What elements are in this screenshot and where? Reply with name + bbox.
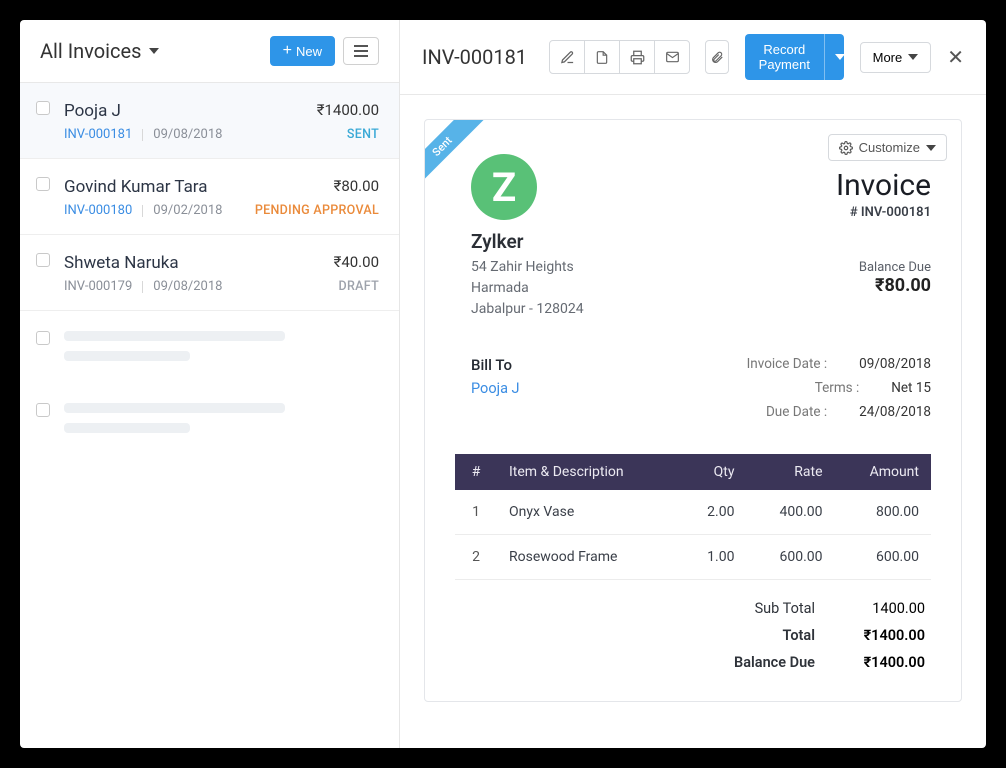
list-filter-dropdown[interactable]: All Invoices (40, 39, 159, 63)
caret-down-icon (926, 145, 936, 151)
customer-name: Govind Kumar Tara (64, 177, 208, 197)
more-menu-button[interactable]: More (860, 42, 932, 73)
paperclip-icon (710, 50, 724, 65)
plus-icon: + (283, 43, 292, 59)
item-checkbox[interactable] (36, 331, 50, 345)
item-checkbox[interactable] (36, 403, 50, 417)
invoice-detail-panel: INV-000181 Record (400, 20, 986, 748)
invoice-number: INV-000179 (64, 279, 132, 294)
invoice-date: 09/08/2018 (153, 127, 222, 142)
invoice-meta: Invoice Date :09/08/2018 Terms :Net 15 D… (737, 356, 931, 428)
balance-label: Balance Due (836, 260, 931, 275)
print-button[interactable] (619, 40, 655, 74)
item-checkbox[interactable] (36, 101, 50, 115)
table-row: 2 Rosewood Frame 1.00 600.00 600.00 (455, 535, 931, 580)
edit-button[interactable] (549, 40, 585, 74)
billto-customer-link[interactable]: Pooja J (471, 380, 520, 397)
company-name: Zylker (471, 230, 584, 253)
pencil-icon (560, 50, 575, 65)
invoice-amount: ₹1400.00 (317, 101, 379, 119)
caret-down-icon (835, 54, 844, 60)
list-options-button[interactable] (343, 37, 379, 65)
invoice-document: Sent Customize Z Zylker 54 Zahir Heights… (424, 119, 962, 702)
customize-button[interactable]: Customize (828, 134, 947, 161)
attach-button[interactable] (705, 40, 729, 74)
new-invoice-button[interactable]: + New (270, 36, 335, 66)
document-number: # INV-000181 (836, 205, 931, 220)
list-item-placeholder (20, 311, 399, 383)
billto-label: Bill To (471, 356, 520, 374)
status-badge: PENDING APPROVAL (255, 203, 379, 218)
invoice-list-panel: All Invoices + New Pooja J ₹1400.00 (20, 20, 400, 748)
caret-down-icon (149, 48, 159, 54)
customer-name: Shweta Naruka (64, 253, 179, 273)
col-desc: Item & Description (497, 454, 679, 490)
detail-header: INV-000181 Record (400, 20, 986, 95)
printer-icon (630, 50, 645, 65)
page-title: All Invoices (40, 39, 141, 63)
detail-title: INV-000181 (422, 45, 527, 69)
line-items-table: # Item & Description Qty Rate Amount 1 O… (455, 454, 931, 580)
invoice-date: 09/08/2018 (153, 279, 222, 294)
invoice-amount: ₹40.00 (334, 253, 379, 271)
status-badge: DRAFT (339, 279, 379, 294)
invoice-number: INV-000181 (64, 127, 132, 142)
list-item[interactable]: Shweta Naruka ₹40.00 INV-000179 09/08/20… (20, 235, 399, 311)
document-heading: Invoice (836, 168, 931, 203)
col-amount: Amount (835, 454, 931, 490)
file-icon (595, 50, 609, 65)
customer-name: Pooja J (64, 101, 121, 121)
invoice-number: INV-000180 (64, 203, 132, 218)
sidebar-header: All Invoices + New (20, 20, 399, 83)
pdf-button[interactable] (584, 40, 620, 74)
company-address-line: 54 Zahir Heights (471, 257, 584, 278)
record-payment-split-button: Record Payment (745, 34, 844, 80)
status-badge: SENT (347, 127, 379, 142)
list-item[interactable]: Pooja J ₹1400.00 INV-000181 09/08/2018 S… (20, 83, 399, 159)
totals: Sub Total1400.00 Total₹1400.00 Balance D… (455, 600, 931, 671)
col-rate: Rate (746, 454, 834, 490)
mail-icon (665, 50, 680, 64)
email-button[interactable] (654, 40, 690, 74)
invoice-amount: ₹80.00 (334, 177, 379, 195)
item-checkbox[interactable] (36, 177, 50, 191)
hamburger-icon (354, 45, 368, 57)
gear-icon (839, 141, 853, 155)
balance-value: ₹80.00 (836, 275, 931, 296)
item-checkbox[interactable] (36, 253, 50, 267)
record-payment-button[interactable]: Record Payment (745, 34, 824, 80)
record-payment-dropdown[interactable] (824, 34, 844, 80)
company-address-line: Jabalpur - 128024 (471, 299, 584, 320)
inline-actions (549, 40, 690, 74)
col-qty: Qty (679, 454, 746, 490)
company-logo: Z (471, 154, 537, 220)
list-item[interactable]: Govind Kumar Tara ₹80.00 INV-000180 09/0… (20, 159, 399, 235)
list-item-placeholder (20, 383, 399, 455)
close-button[interactable]: ✕ (947, 45, 964, 69)
invoice-date: 09/02/2018 (153, 203, 222, 218)
invoice-list: Pooja J ₹1400.00 INV-000181 09/08/2018 S… (20, 83, 399, 748)
table-row: 1 Onyx Vase 2.00 400.00 800.00 (455, 490, 931, 535)
col-num: # (455, 454, 497, 490)
caret-down-icon (908, 54, 918, 60)
company-address-line: Harmada (471, 278, 584, 299)
